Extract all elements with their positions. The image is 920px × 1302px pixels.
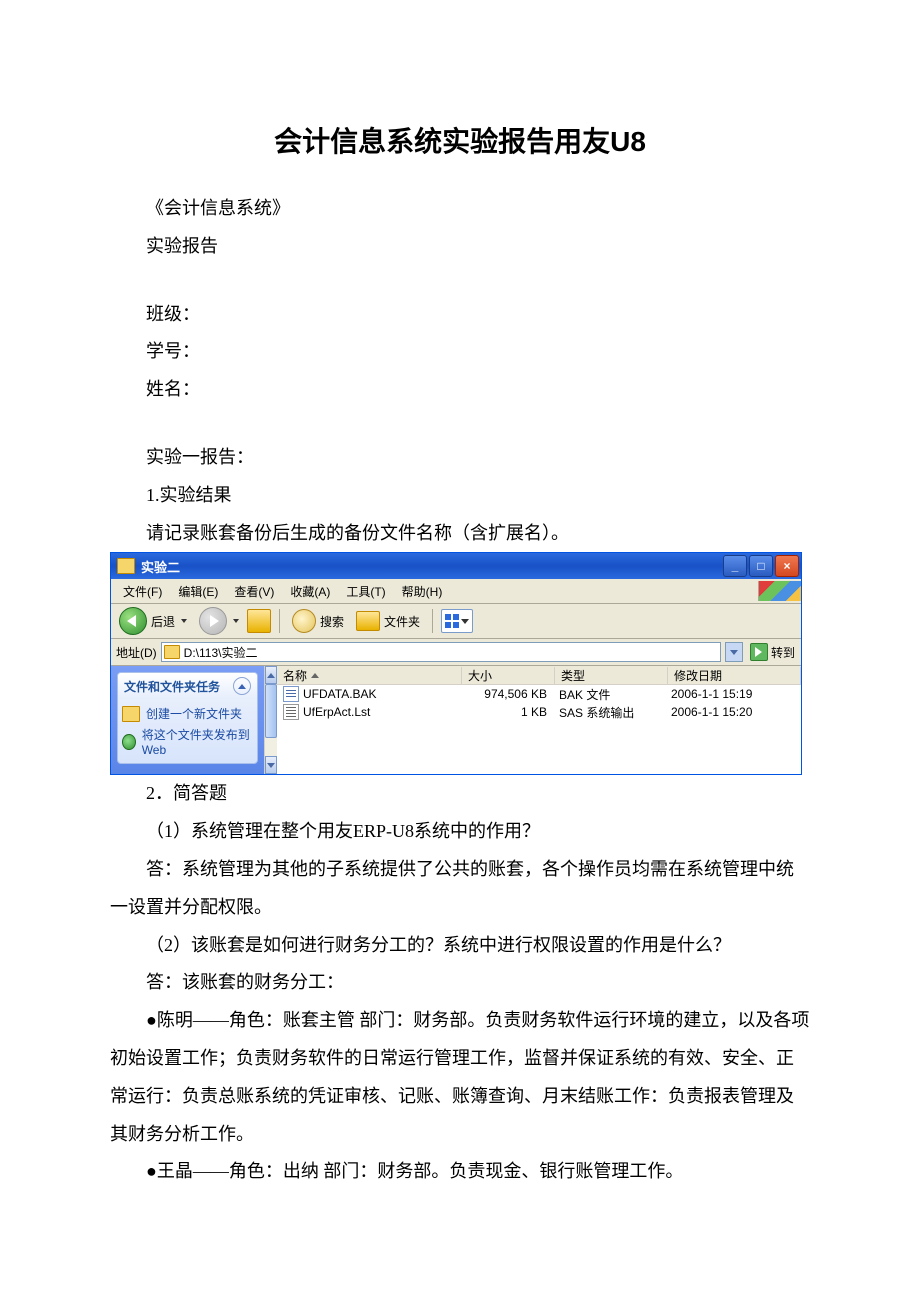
col-size[interactable]: 大小 [462,667,555,684]
go-button[interactable]: 转到 [747,643,798,661]
menubar: 文件(F) 编辑(E) 查看(V) 收藏(A) 工具(T) 帮助(H) [111,579,801,604]
tasks-header-label: 文件和文件夹任务 [124,678,220,695]
back-label: 后退 [151,613,175,630]
file-icon [283,704,299,720]
minimize-button[interactable]: _ [723,555,747,577]
file-date: 2006-1-1 15:20 [665,705,797,719]
close-button[interactable]: × [775,555,799,577]
menu-tools[interactable]: 工具(T) [338,581,393,602]
tasks-header[interactable]: 文件和文件夹任务 [118,673,257,699]
doc-title: 会计信息系统实验报告用友U8 [110,120,810,160]
col-name-label: 名称 [283,667,307,684]
report-label: 实验报告 [110,228,810,266]
exp1-heading: 实验一报告： [110,439,810,477]
chevron-up-icon [233,677,251,695]
prompt1: 请记录账套备份后生成的备份文件名称（含扩展名）。 [110,515,810,553]
explorer-window: 实验二 _ □ × 文件(F) 编辑(E) 查看(V) 收藏(A) 工具(T) … [110,552,802,775]
back-icon [119,607,147,635]
separator [279,609,280,633]
col-name[interactable]: 名称 [277,667,462,684]
file-name: UfErpAct.Lst [303,705,370,719]
titlebar[interactable]: 实验二 _ □ × [111,553,801,579]
col-type[interactable]: 类型 [555,667,668,684]
file-type: BAK 文件 [553,686,665,703]
section1: 1.实验结果 [110,477,810,515]
file-row[interactable]: UFDATA.BAK 974,506 KB BAK 文件 2006-1-1 15… [277,685,801,703]
scroll-thumb[interactable] [265,684,277,738]
file-name: UFDATA.BAK [303,687,377,701]
file-list: 名称 大小 类型 修改日期 UFDATA.BAK 974,506 KB [277,666,801,774]
folder-icon [164,645,180,659]
address-field[interactable]: D:\113\实验二 [161,642,721,662]
go-icon [750,643,768,661]
scroll-down-button[interactable] [265,756,277,774]
task-new-folder[interactable]: 创建一个新文件夹 [122,703,255,724]
search-button[interactable]: 搜索 [288,609,348,633]
address-dropdown[interactable] [725,642,743,662]
menu-edit[interactable]: 编辑(E) [170,581,226,602]
name-label: 姓名： [110,371,810,409]
q1: （1）系统管理在整个用友ERP-U8系统中的作用？ [110,813,810,851]
task-publish-web[interactable]: 将这个文件夹发布到 Web [122,724,255,759]
views-button[interactable] [441,609,473,633]
left-scrollbar[interactable] [264,666,277,774]
scroll-up-button[interactable] [265,666,277,684]
maximize-button[interactable]: □ [749,555,773,577]
a1: 答：系统管理为其他的子系统提供了公共的账套，各个操作员均需在系统管理中统一设置并… [110,851,810,927]
file-size: 974,506 KB [461,687,553,701]
a2-lead: 答：该账套的财务分工： [110,964,810,1002]
id-label: 学号： [110,333,810,371]
subtitle: 《会计信息系统》 [110,190,810,228]
folders-icon [356,611,380,631]
forward-icon [199,607,227,635]
a2-p1: ●陈明——角色：账套主管 部门：财务部。负责财务软件运行环境的建立，以及各项初始… [110,1002,810,1153]
a2-p2: ●王晶——角色：出纳 部门：财务部。负责现金、银行账管理工作。 [110,1153,810,1191]
sort-asc-icon [311,673,319,678]
file-type: SAS 系统输出 [553,704,665,721]
address-label: 地址(D) [114,644,157,661]
section2: 2．简答题 [110,775,810,813]
go-label: 转到 [771,644,795,661]
column-headers[interactable]: 名称 大小 类型 修改日期 [277,666,801,685]
col-date[interactable]: 修改日期 [668,667,801,684]
window-title: 实验二 [141,557,723,576]
address-path: D:\113\实验二 [184,644,258,661]
address-bar: 地址(D) D:\113\实验二 转到 [111,639,801,666]
chevron-down-icon [461,619,469,624]
folder-icon [117,558,135,574]
class-label: 班级： [110,296,810,334]
windows-flag-icon [758,581,801,601]
search-icon [292,609,316,633]
toolbar: 后退 搜索 文件夹 [111,604,801,639]
folders-label: 文件夹 [384,613,420,630]
back-button[interactable]: 后退 [115,605,191,637]
chevron-down-icon [233,619,239,623]
menu-file[interactable]: 文件(F) [115,581,170,602]
search-label: 搜索 [320,613,344,630]
new-folder-icon [122,706,140,722]
separator [432,609,433,633]
menu-view[interactable]: 查看(V) [226,581,282,602]
tasks-pane: 文件和文件夹任务 创建一个新文件夹 将这个文件夹发布到 Web [111,666,264,774]
up-button[interactable] [247,609,271,633]
forward-button[interactable] [195,605,243,637]
q2: （2）该账套是如何进行财务分工的？系统中进行权限设置的作用是什么？ [110,927,810,965]
file-row[interactable]: UfErpAct.Lst 1 KB SAS 系统输出 2006-1-1 15:2… [277,703,801,721]
menu-favorites[interactable]: 收藏(A) [282,581,338,602]
menu-help[interactable]: 帮助(H) [394,581,451,602]
folders-button[interactable]: 文件夹 [352,611,424,631]
task-label: 将这个文件夹发布到 Web [142,726,255,757]
views-icon [445,614,459,628]
file-icon [283,686,299,702]
chevron-down-icon [181,619,187,623]
task-label: 创建一个新文件夹 [146,705,242,722]
file-size: 1 KB [461,705,553,719]
globe-icon [122,734,136,750]
file-date: 2006-1-1 15:19 [665,687,797,701]
